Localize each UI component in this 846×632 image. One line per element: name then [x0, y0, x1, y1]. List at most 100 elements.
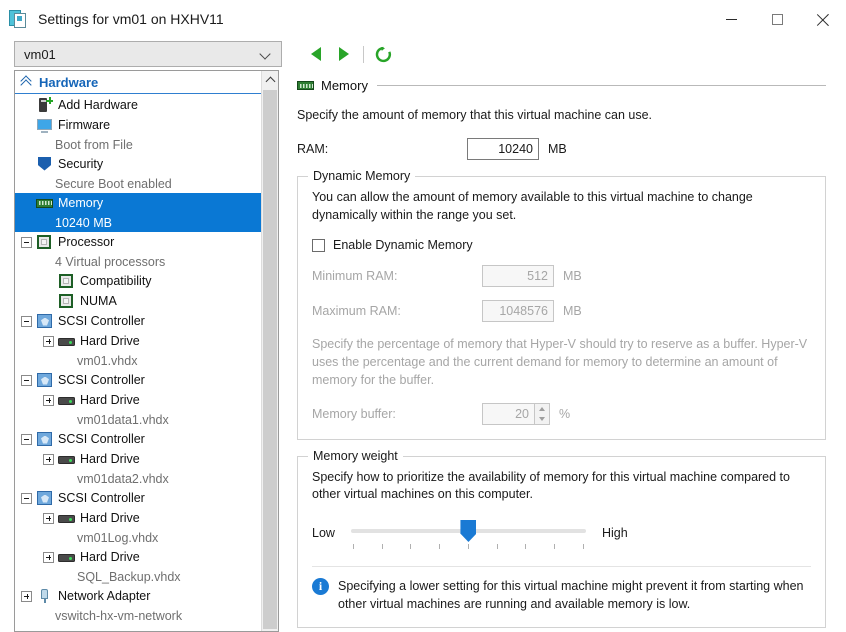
slider-tick-marks	[351, 544, 586, 550]
expand-expander[interactable]	[21, 590, 32, 602]
tree-item-compatibility[interactable]: Compatibility	[15, 271, 278, 291]
tree-item-label: Hard Drive	[80, 452, 140, 466]
maximum-ram-row: Maximum RAM: 1048576 MB	[312, 300, 811, 323]
minimum-ram-input[interactable]: 512	[482, 265, 554, 288]
tree-item-scsi-controller[interactable]: SCSI Controller	[15, 488, 278, 508]
settings-document-icon	[9, 9, 29, 29]
window-title-bar: Settings for vm01 on HXHV11	[0, 0, 846, 38]
tree-item-add-hardware[interactable]: Add Hardware	[15, 95, 278, 115]
memory-buffer-stepper[interactable]: 20	[482, 402, 550, 425]
collapse-expander[interactable]	[21, 374, 32, 386]
close-button[interactable]	[800, 0, 846, 38]
tree-item-security[interactable]: Security	[15, 154, 278, 174]
enable-dynamic-memory-label: Enable Dynamic Memory	[333, 238, 473, 253]
slider-high-label: High	[601, 526, 628, 540]
expand-expander[interactable]	[43, 551, 54, 563]
tree-item-hard-drive[interactable]: Hard Drive	[15, 390, 278, 410]
expand-expander[interactable]	[43, 512, 54, 524]
tree-node: SCSI Controller	[15, 370, 278, 390]
collapse-expander[interactable]	[21, 433, 32, 445]
ram-input[interactable]: 10240	[467, 137, 539, 160]
scrollbar-thumb[interactable]	[263, 90, 277, 629]
tree-item-subtitle[interactable]: SQL_Backup.vhdx	[15, 567, 278, 586]
tree-item-subtitle[interactable]: vm01Log.vhdx	[15, 528, 278, 547]
tree-node: SCSI Controller	[15, 488, 278, 508]
memory-weight-slider[interactable]	[350, 520, 586, 552]
maximize-button[interactable]	[754, 0, 800, 38]
window-controls	[708, 0, 846, 38]
expand-expander[interactable]	[43, 453, 54, 465]
spin-down-button[interactable]	[535, 414, 549, 424]
security-shield-icon	[36, 156, 53, 172]
minimize-button[interactable]	[708, 0, 754, 38]
tree-item-memory[interactable]: Memory	[15, 193, 278, 213]
tree-item-subtitle[interactable]: vm01data1.vhdx	[15, 410, 278, 429]
collapse-expander[interactable]	[21, 236, 32, 248]
network-adapter-icon	[36, 588, 53, 604]
hard-drive-icon	[58, 550, 75, 565]
tree-item-firmware[interactable]: Firmware	[15, 115, 278, 135]
expand-expander[interactable]	[43, 335, 54, 347]
hardware-section-header[interactable]: Hardware	[15, 71, 278, 94]
tree-node: Firmware Boot from File	[15, 115, 278, 154]
slider-tick	[554, 544, 556, 549]
tree-item-scsi-controller[interactable]: SCSI Controller	[15, 311, 278, 331]
slider-tick	[410, 544, 412, 549]
tree-item-hard-drive[interactable]: Hard Drive	[15, 331, 278, 351]
tree-item-hard-drive[interactable]: Hard Drive	[15, 508, 278, 528]
minimum-ram-label: Minimum RAM:	[312, 269, 398, 284]
memory-icon	[297, 78, 314, 93]
tree-scrollbar[interactable]	[261, 71, 278, 631]
vm-selector-value: vm01	[24, 46, 56, 62]
tree-item-scsi-controller[interactable]: SCSI Controller	[15, 370, 278, 390]
chevron-up-icon	[267, 76, 274, 83]
minimum-ram-unit: MB	[563, 269, 582, 284]
slider-low-label: Low	[312, 526, 335, 540]
tree-node: Network Adapter vswitch-hx-vm-network	[15, 586, 278, 625]
memory-section-header: Memory	[297, 78, 826, 93]
refresh-button[interactable]	[369, 41, 397, 67]
caret-down-icon	[539, 416, 545, 421]
memory-intro-text: Specify the amount of memory that this v…	[297, 108, 653, 122]
tree-item-subtitle[interactable]: Boot from File	[15, 135, 278, 154]
tree-item-processor[interactable]: Processor	[15, 232, 278, 252]
processor-icon	[58, 273, 75, 289]
hard-drive-icon	[58, 334, 75, 349]
slider-tick	[582, 544, 584, 549]
tree-item-subtitle[interactable]: 10240 MB	[15, 213, 278, 232]
hard-drive-icon	[58, 511, 75, 526]
back-button[interactable]	[302, 41, 330, 67]
enable-dynamic-memory-row[interactable]: Enable Dynamic Memory	[312, 238, 811, 252]
tree-item-numa[interactable]: NUMA	[15, 291, 278, 311]
tree-node: Hard Drive vm01Log.vhdx	[15, 508, 278, 547]
vm-selector-dropdown[interactable]: vm01	[14, 41, 282, 67]
tree-item-label: Hard Drive	[80, 393, 140, 407]
memory-buffer-spin-buttons[interactable]	[534, 402, 550, 425]
spin-up-button[interactable]	[535, 404, 549, 414]
tree-item-hard-drive[interactable]: Hard Drive	[15, 547, 278, 567]
dynamic-memory-title: Dynamic Memory	[308, 168, 416, 183]
tree-item-subtitle[interactable]: vm01.vhdx	[15, 351, 278, 370]
memory-weight-title: Memory weight	[308, 448, 403, 463]
tree-item-subtitle[interactable]: vm01data2.vhdx	[15, 469, 278, 488]
maximum-ram-input[interactable]: 1048576	[482, 300, 554, 323]
tree-item-subtitle[interactable]: vswitch-hx-vm-network	[15, 606, 278, 625]
section-divider	[376, 85, 826, 86]
tree-item-hard-drive[interactable]: Hard Drive	[15, 449, 278, 469]
tree-item-label: Compatibility	[80, 274, 152, 288]
scroll-up-button[interactable]	[262, 71, 278, 88]
tree-item-scsi-controller[interactable]: SCSI Controller	[15, 429, 278, 449]
forward-button[interactable]	[330, 41, 358, 67]
memory-section-title: Memory	[321, 78, 368, 93]
collapse-expander[interactable]	[21, 492, 32, 504]
tree-item-subtitle[interactable]: 4 Virtual processors	[15, 252, 278, 271]
slider-tick	[352, 544, 354, 549]
window-title: Settings for vm01 on HXHV11	[38, 10, 224, 27]
tree-item-subtitle[interactable]: Secure Boot enabled	[15, 174, 278, 193]
tree-item-network-adapter[interactable]: Network Adapter	[15, 586, 278, 606]
memory-buffer-input[interactable]: 20	[482, 402, 534, 425]
collapse-expander[interactable]	[21, 315, 32, 327]
enable-dynamic-memory-checkbox[interactable]	[312, 238, 325, 252]
expand-expander[interactable]	[43, 394, 54, 406]
slider-thumb[interactable]	[460, 520, 477, 542]
